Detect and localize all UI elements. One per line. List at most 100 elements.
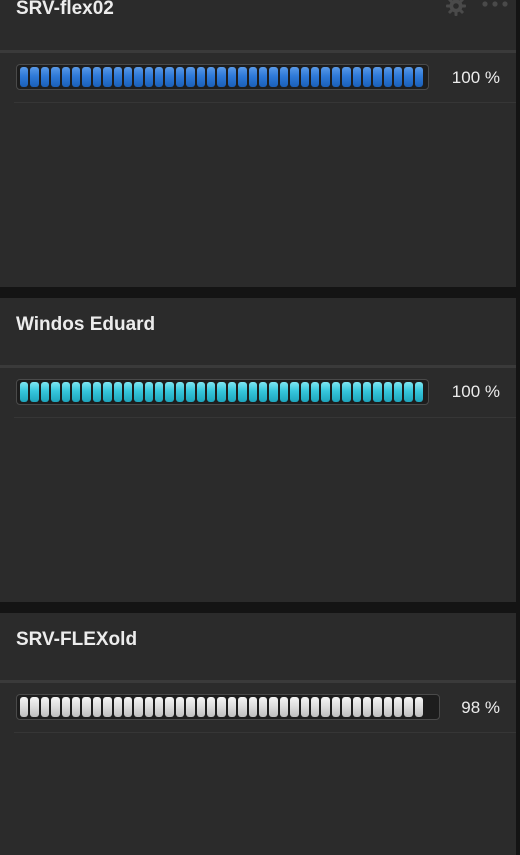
progress-segment xyxy=(414,67,424,87)
progress-segment xyxy=(352,697,361,717)
panel-title: SRV-FLEXold xyxy=(16,629,138,650)
progress-segment xyxy=(113,67,122,87)
gear-icon[interactable] xyxy=(445,0,467,16)
progress-segment xyxy=(51,382,60,402)
progress-segment xyxy=(383,382,393,402)
progress-segment xyxy=(310,382,320,402)
progress-segment xyxy=(30,67,39,87)
progress-segment xyxy=(279,697,289,717)
progress-segment xyxy=(113,382,122,402)
progress-segment xyxy=(123,67,133,87)
progress-segment xyxy=(186,697,195,717)
progress-percent: 98 % xyxy=(461,698,500,717)
progress-segment xyxy=(238,67,247,87)
progress-segment xyxy=(238,382,247,402)
progress-segment xyxy=(362,697,372,717)
progress-segment xyxy=(227,697,237,717)
progress-segment xyxy=(134,697,143,717)
progress-segment xyxy=(144,697,154,717)
progress-segment xyxy=(134,382,143,402)
progress-segment xyxy=(155,382,164,402)
progress-segment xyxy=(414,697,424,717)
progress-segment xyxy=(373,697,382,717)
progress-segment xyxy=(248,382,257,402)
progress-segment xyxy=(175,67,185,87)
progress-segment xyxy=(20,382,29,402)
progress-segment xyxy=(61,382,70,402)
progress-segment xyxy=(342,382,351,402)
progress-segment xyxy=(196,382,206,402)
header-divider xyxy=(0,680,516,683)
progress-segment xyxy=(342,697,351,717)
progress-segment xyxy=(404,697,413,717)
progress-segment xyxy=(113,697,122,717)
row-divider xyxy=(14,732,516,733)
progress-segment xyxy=(82,382,91,402)
progress-segment xyxy=(321,382,330,402)
panel-title: Windos Eduard xyxy=(16,314,156,335)
progress-segment xyxy=(321,697,330,717)
progress-segment xyxy=(258,697,268,717)
widget-panel-windos-eduard: Windos Eduard 100 % xyxy=(0,298,516,602)
progress-bar xyxy=(16,379,429,405)
progress-segment xyxy=(352,382,361,402)
progress-segment xyxy=(92,697,102,717)
progress-segment xyxy=(207,697,216,717)
progress-segment xyxy=(383,697,393,717)
progress-segment xyxy=(207,67,216,87)
progress-segment xyxy=(175,382,185,402)
row-divider xyxy=(14,102,516,103)
progress-segment xyxy=(196,67,206,87)
progress-segment xyxy=(217,382,226,402)
progress-segment xyxy=(123,382,133,402)
progress-segment xyxy=(103,67,112,87)
panel-title: SRV-flex02 xyxy=(16,0,114,19)
progress-bar xyxy=(16,64,429,90)
progress-segment xyxy=(40,67,50,87)
progress-segment xyxy=(165,697,174,717)
progress-segment xyxy=(61,697,70,717)
progress-segment xyxy=(321,67,330,87)
progress-segment xyxy=(51,67,60,87)
progress-segment xyxy=(61,67,70,87)
progress-segment xyxy=(165,67,174,87)
progress-segment xyxy=(248,697,257,717)
progress-segment xyxy=(394,67,403,87)
header-divider xyxy=(0,50,516,53)
progress-segment xyxy=(373,67,382,87)
progress-segment xyxy=(404,67,413,87)
progress-segment xyxy=(258,382,268,402)
progress-segment xyxy=(300,67,309,87)
progress-segment xyxy=(373,382,382,402)
progress-segment xyxy=(310,67,320,87)
progress-bar xyxy=(16,694,440,720)
progress-segment xyxy=(383,67,393,87)
progress-segment xyxy=(394,382,403,402)
progress-segment xyxy=(20,67,29,87)
progress-segment xyxy=(155,697,164,717)
progress-segment xyxy=(310,697,320,717)
progress-segment xyxy=(92,67,102,87)
progress-segment xyxy=(71,697,81,717)
progress-segment xyxy=(238,697,247,717)
row-divider xyxy=(14,417,516,418)
progress-segment xyxy=(92,382,102,402)
progress-segment xyxy=(394,697,403,717)
progress-segment xyxy=(144,67,154,87)
progress-segment xyxy=(279,382,289,402)
progress-segment xyxy=(331,382,341,402)
more-icon[interactable] xyxy=(481,0,509,12)
progress-segment xyxy=(40,697,50,717)
progress-percent: 100 % xyxy=(451,382,500,401)
progress-segment xyxy=(186,382,195,402)
progress-segment xyxy=(165,382,174,402)
progress-segment xyxy=(175,697,185,717)
progress-segment xyxy=(82,67,91,87)
progress-segment xyxy=(71,382,81,402)
progress-segment xyxy=(258,67,268,87)
progress-segment xyxy=(404,382,413,402)
progress-segment xyxy=(227,382,237,402)
progress-segment xyxy=(248,67,257,87)
progress-segment xyxy=(155,67,164,87)
progress-segment xyxy=(30,697,39,717)
